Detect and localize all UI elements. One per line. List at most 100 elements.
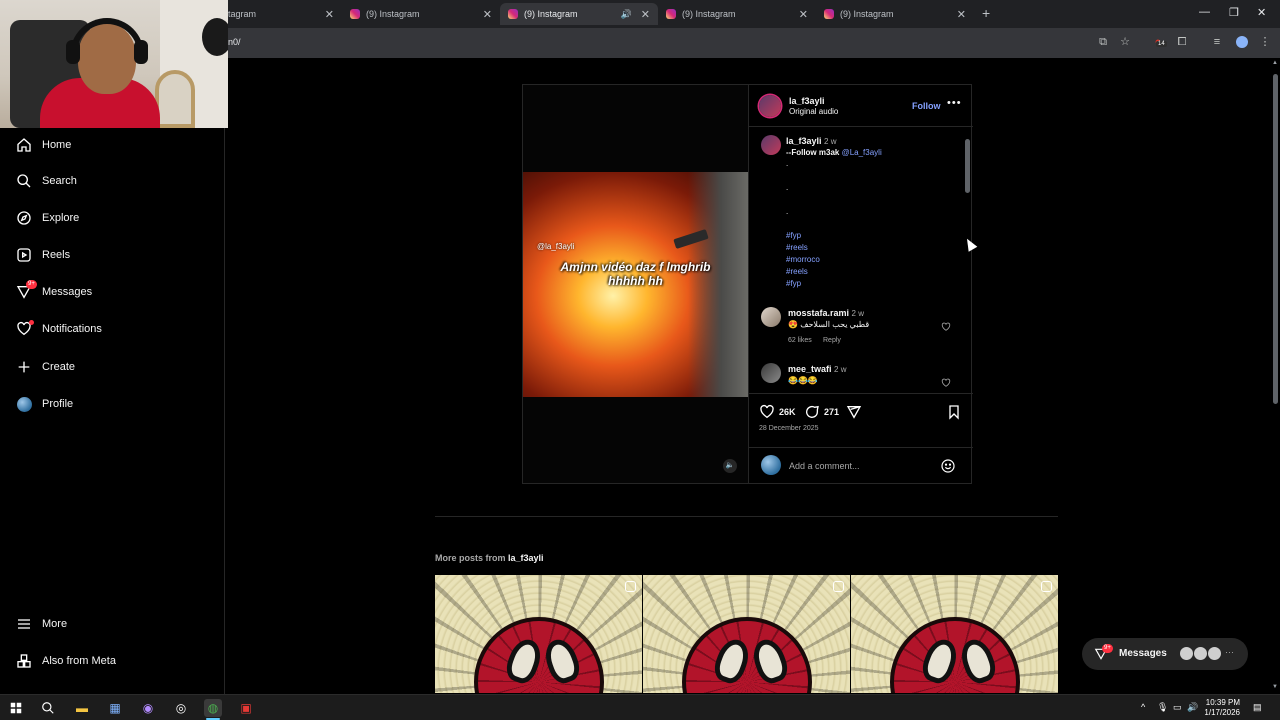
caption-dot: . [786, 207, 789, 216]
chrome-icon[interactable]: ◍ [204, 699, 222, 717]
comments-scrollbar-thumb[interactable] [965, 139, 970, 193]
post-thumbnail[interactable] [435, 575, 642, 693]
scroll-down-icon[interactable]: ▼ [1272, 684, 1278, 690]
comment-username[interactable]: mosstafa.rami 2 w [788, 308, 864, 318]
comment-text: 😍 قطبي يحب السلاحف [788, 320, 870, 329]
sidebar-item-messages[interactable]: 9+ Messages [0, 275, 224, 309]
tray-chevron-icon[interactable]: ^ [1141, 702, 1145, 712]
comments-scrollbar[interactable] [964, 127, 972, 393]
new-tab-icon[interactable]: + [982, 5, 990, 21]
close-tab-icon[interactable]: ✕ [957, 8, 966, 21]
hashtag-link[interactable]: #reels [786, 267, 808, 276]
speaker-icon[interactable]: 🔊 [621, 9, 632, 20]
add-comment-input[interactable] [789, 459, 929, 473]
audio-label[interactable]: Original audio [789, 107, 838, 116]
like-comment-icon[interactable] [941, 378, 951, 388]
sidebar-item-label: Notifications [42, 323, 102, 335]
commenter-avatar[interactable] [761, 363, 781, 383]
post-thumbnail[interactable] [851, 575, 1058, 693]
volume-icon[interactable]: 🔈 [723, 459, 737, 473]
more-posts-username[interactable]: la_f3ayli [508, 553, 544, 563]
extensions-puzzle-icon[interactable]: ⧠ [1175, 35, 1189, 49]
file-explorer-icon[interactable]: ▬ [73, 699, 91, 717]
comment-icon[interactable] [804, 404, 820, 420]
close-tab-icon[interactable]: ✕ [483, 8, 492, 21]
sidebar-item-home[interactable]: Home [0, 128, 224, 162]
close-tab-icon[interactable]: ✕ [799, 8, 808, 21]
instagram-favicon-icon [666, 9, 676, 19]
reel-video[interactable]: @la_f3ayli Amjnn vidéo daz f lmghrib hhh… [523, 85, 748, 483]
bookmark-star-icon[interactable]: ☆ [1118, 35, 1132, 49]
sidebar-item-label: Create [42, 361, 76, 373]
reels-icon [16, 247, 32, 263]
clock-time: 10:39 PM [1205, 698, 1240, 707]
minimize-icon[interactable]: — [1199, 6, 1210, 18]
windows-taskbar: ▬ ▦ ◉ ◎ ◍ ▣ ^ 🎙 ▭ 🔊 10:39 PM 1/17/2026 ▤ [0, 694, 1280, 720]
app-icon[interactable]: ▣ [237, 699, 255, 717]
chat-avatar [1207, 646, 1222, 661]
store-icon[interactable]: ▦ [106, 699, 124, 717]
browser-profile-avatar[interactable] [1236, 36, 1248, 48]
browser-menu-icon[interactable]: ⋮ [1258, 35, 1272, 49]
comment-reply-link[interactable]: Reply [823, 337, 841, 344]
more-options-icon[interactable]: ••• [947, 97, 962, 109]
browser-tab[interactable]: (9) Instagram ✕ [816, 3, 974, 25]
close-window-icon[interactable]: ✕ [1257, 6, 1266, 19]
url-text[interactable]: n0/ [228, 37, 241, 47]
profile-avatar [16, 396, 32, 412]
taskbar-clock[interactable]: 10:39 PM 1/17/2026 [1200, 698, 1240, 718]
likes-count[interactable]: 26K [779, 407, 796, 417]
hashtag-link[interactable]: #fyp [786, 279, 801, 288]
caption-avatar[interactable] [761, 135, 781, 155]
author-username[interactable]: la_f3ayli [789, 96, 825, 106]
save-bookmark-icon[interactable] [946, 404, 962, 420]
sidebar-item-also-from-meta[interactable]: Also from Meta [0, 644, 224, 678]
browser-tab[interactable]: (9) Instagram ✕ [658, 3, 816, 25]
restore-icon[interactable]: ❐ [1229, 6, 1239, 19]
comment-likes[interactable]: 62 likes [788, 337, 812, 344]
sidebar-item-profile[interactable]: Profile [0, 387, 224, 421]
microphone-icon[interactable]: 🎙 [1157, 702, 1168, 713]
emoji-icon[interactable] [940, 458, 956, 474]
sidebar-item-reels[interactable]: Reels [0, 238, 224, 272]
page-scrollbar-thumb[interactable] [1273, 74, 1278, 404]
tab-title: (9) Instagram [524, 9, 578, 19]
follow-button[interactable]: Follow [912, 101, 941, 111]
sidebar-item-create[interactable]: Create [0, 350, 224, 384]
search-icon [16, 173, 32, 189]
sidebar-item-notifications[interactable]: Notifications [0, 312, 224, 346]
volume-tray-icon[interactable]: 🔊 [1187, 702, 1198, 713]
install-app-icon[interactable]: ⧉ [1096, 35, 1110, 49]
browser-tab[interactable]: (9) Instagram ✕ [342, 3, 500, 25]
like-comment-icon[interactable] [941, 322, 951, 332]
browser-tab-active[interactable]: (9) Instagram 🔊 ✕ [500, 3, 658, 25]
scroll-up-icon[interactable]: ▲ [1272, 60, 1278, 66]
share-icon[interactable] [846, 404, 862, 420]
close-tab-icon[interactable]: ✕ [325, 8, 334, 21]
sidebar-item-explore[interactable]: Explore [0, 201, 224, 235]
sidebar-item-more[interactable]: More [0, 607, 224, 641]
windows-start-icon[interactable] [7, 699, 25, 717]
comments-count[interactable]: 271 [824, 407, 839, 417]
sidebar-item-search[interactable]: Search [0, 164, 224, 198]
commenter-avatar[interactable] [761, 307, 781, 327]
close-tab-icon[interactable]: ✕ [641, 8, 650, 21]
messenger-app-icon[interactable]: ◉ [139, 699, 157, 717]
caption-username[interactable]: la_f3ayli 2 w [786, 136, 837, 146]
post-thumbnail[interactable] [643, 575, 850, 693]
like-icon[interactable] [759, 404, 775, 420]
messages-pill[interactable]: 9+ Messages ··· [1082, 638, 1248, 670]
author-avatar[interactable] [759, 95, 781, 117]
hashtag-link[interactable]: #reels [786, 243, 808, 252]
obs-icon[interactable]: ◎ [172, 699, 190, 717]
browser-tab[interactable]: tagram ✕ [220, 3, 342, 25]
comment-username[interactable]: mee_twafi 2 w [788, 364, 847, 374]
chat-avatar [1179, 646, 1194, 661]
notifications-tray-icon[interactable]: ▤ [1253, 702, 1262, 713]
media-control-icon[interactable]: ≡ [1210, 35, 1224, 49]
page-scrollbar[interactable]: ▲ ▼ [1270, 58, 1280, 698]
hashtag-link[interactable]: #morroco [786, 255, 820, 264]
hashtag-link[interactable]: #fyp [786, 231, 801, 240]
network-icon[interactable]: ▭ [1173, 702, 1182, 713]
taskbar-search-icon[interactable] [39, 699, 57, 717]
